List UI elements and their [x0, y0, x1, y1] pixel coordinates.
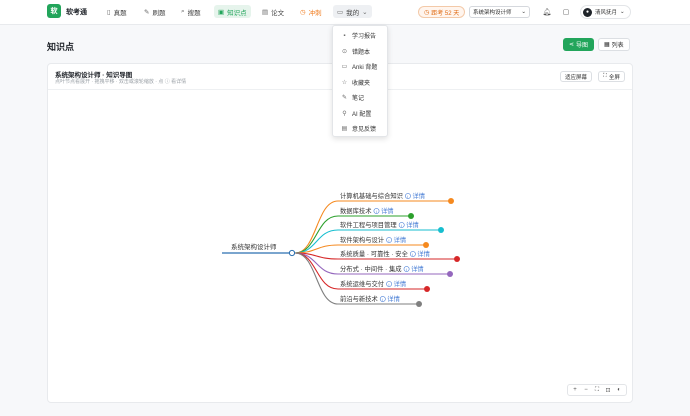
exam-countdown-badge[interactable]: ◷ 距考 52 天 — [418, 6, 466, 18]
user-menu[interactable]: ● 清风抚月 ⌄ — [580, 5, 631, 19]
fullscreen-label: 全屏 — [608, 74, 620, 81]
search-icon: ⌕ — [181, 7, 185, 15]
dropdown-item-label: 错题本 — [352, 49, 371, 56]
card-subtitle: 点叶节点看展开 · 拖拽平移 · 双击或滚轮缩放 · 点 ⓘ 看详情 — [55, 79, 187, 85]
timer-icon: ◷ — [300, 8, 306, 16]
mindmap-view-button[interactable]: ⋖ 导图 — [563, 38, 595, 51]
list-view-button[interactable]: ▦ 列表 — [598, 38, 630, 51]
dropdown-item-feedback[interactable]: ▤ 意见反馈 — [333, 121, 387, 137]
theme-icon[interactable]: ◐ — [614, 385, 624, 395]
share-icon: ⋖ — [569, 42, 575, 48]
briefcase-icon: ▭ — [337, 8, 344, 16]
notification-bell-icon[interactable]: 🔔︎ — [540, 5, 554, 19]
page-title: 知识点 — [47, 42, 75, 52]
top-bar: 软 软考通 ▯ 真题 ✎ 刷题 ⌕ 搜题 ▣ 知识点 ▤ 论文 ◷ 冲刺 ▭ 我… — [0, 0, 690, 25]
dropdown-item-ai-config[interactable]: ⚲ AI 配置 — [333, 106, 387, 122]
book-icon: ▯ — [107, 8, 111, 16]
ai-config-icon: ⚲ — [342, 110, 347, 117]
list-icon: ▦ — [604, 42, 610, 48]
dropdown-item-label: AI 配置 — [352, 111, 372, 118]
knowledge-icon: ▣ — [218, 8, 225, 16]
mindmap-view-label: 导图 — [576, 43, 589, 49]
app-logo[interactable]: 软 — [47, 4, 61, 18]
dropdown-item-label: 笔记 — [352, 96, 365, 103]
zoom-in-icon[interactable]: + — [570, 385, 580, 395]
countdown-text: 距考 52 天 — [431, 10, 460, 17]
expand-icon: ⛶ — [603, 73, 607, 79]
chevron-down-icon: ⌄ — [362, 8, 368, 16]
nav-item-mine[interactable]: ▭ 我的 ⌄ — [333, 5, 372, 18]
document-icon: ▤ — [262, 8, 269, 16]
feedback-icon: ▤ — [341, 126, 348, 133]
chevron-down-icon: ⌄ — [620, 9, 625, 15]
nav-item-search[interactable]: ⌕ 搜题 — [177, 5, 205, 18]
pencil-icon: ✎ — [144, 8, 150, 16]
subject-value: 系统架构设计师 — [473, 10, 512, 16]
dropdown-item-note[interactable]: ✎ 笔记 — [333, 90, 387, 106]
clock-icon: ◷ — [424, 9, 430, 16]
zoom-toolbar: + − ⛶ ⊡ ◐ — [567, 384, 627, 396]
dropdown-item-label: 学习报告 — [352, 34, 377, 41]
dropdown-item-anki[interactable]: ▭ Anki 背题 — [333, 59, 387, 75]
brand-name[interactable]: 软考通 — [66, 7, 87, 17]
zoom-out-icon[interactable]: − — [581, 385, 591, 395]
avatar: ● — [583, 7, 592, 17]
dropdown-item-label: Anki 背题 — [352, 65, 378, 72]
nav-item-essay[interactable]: ▤ 论文 — [258, 5, 288, 18]
user-name: 清风抚月 — [595, 10, 618, 16]
reset-icon[interactable]: ⊡ — [603, 385, 613, 395]
anki-icon: ▭ — [341, 64, 348, 71]
fullscreen-button[interactable]: ⛶ 全屏 — [598, 71, 625, 82]
nav-item-sprint[interactable]: ◷ 冲刺 — [296, 5, 326, 18]
subject-select[interactable]: 系统架构设计师 ⌄ — [469, 6, 530, 18]
nav-item-knowledge[interactable]: ▣ 知识点 — [214, 5, 251, 18]
error-book-icon: ⊙ — [341, 48, 348, 55]
note-icon: ✎ — [341, 95, 348, 102]
nav-label: 知识点 — [227, 9, 247, 17]
fit-screen-button[interactable]: 适应屏幕 — [560, 71, 593, 82]
dropdown-item-error-book[interactable]: ⊙ 错题本 — [333, 44, 387, 60]
message-icon[interactable]: ▢ — [559, 5, 573, 19]
report-icon: ▪ — [343, 32, 346, 39]
dropdown-item-star[interactable]: ☆ 收藏夹 — [333, 75, 387, 91]
mine-dropdown-menu: ▪ 学习报告 ⊙ 错题本 ▭ Anki 背题 ☆ 收藏夹 ✎ 笔记 ⚲ AI 配置 ▤ 意见反馈 — [332, 25, 388, 137]
nav-label: 刷题 — [152, 9, 166, 17]
nav-label: 冲刺 — [308, 9, 322, 17]
nav-label: 真题 — [113, 9, 127, 17]
dropdown-item-label: 意见反馈 — [352, 127, 377, 134]
nav-label: 论文 — [271, 9, 285, 17]
nav-label: 搜题 — [187, 9, 201, 17]
dropdown-item-label: 收藏夹 — [352, 80, 371, 87]
nav-label: 我的 — [346, 9, 360, 17]
star-icon: ☆ — [341, 79, 348, 86]
dropdown-item-report[interactable]: ▪ 学习报告 — [333, 28, 387, 44]
nav-item-practice[interactable]: ✎ 刷题 — [140, 5, 169, 18]
fit-icon[interactable]: ⛶ — [592, 385, 602, 395]
nav-item-real-exams[interactable]: ▯ 真题 — [103, 5, 131, 18]
list-view-label: 列表 — [611, 43, 624, 49]
chevron-down-icon: ⌄ — [521, 9, 526, 15]
